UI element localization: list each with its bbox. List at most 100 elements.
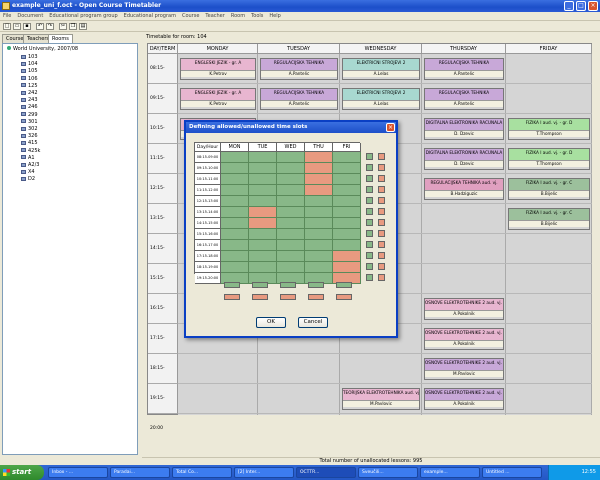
menu-item-5[interactable]: Teacher [202,12,227,20]
row-allow-toggle[interactable] [366,263,373,270]
close-button[interactable]: × [588,1,598,11]
time-slot-cell[interactable] [249,218,277,229]
time-slot-cell[interactable] [333,185,361,196]
column-deny-toggle[interactable] [336,294,352,300]
row-deny-toggle[interactable] [378,153,385,160]
row-allow-toggle[interactable] [366,186,373,193]
tab-rooms[interactable]: Rooms [48,34,73,43]
row-deny-toggle[interactable] [378,252,385,259]
lesson-card[interactable]: ELEKTRICNI STROJEVI 2 A.Lelas [342,58,420,80]
time-slot-cell[interactable] [249,185,277,196]
column-allow-toggle[interactable] [252,282,268,288]
tree-room-item[interactable]: 125 [21,83,38,89]
column-deny-toggle[interactable] [308,294,324,300]
time-slot-cell[interactable] [221,152,249,163]
lesson-card[interactable]: FIZIKA I aud. vj. - gr. D T.Thompson [508,148,590,170]
tree-room-item[interactable]: 302 [21,126,38,132]
menu-item-6[interactable]: Room [228,12,248,20]
minimize-button[interactable]: _ [564,1,574,11]
time-slot-cell[interactable] [305,152,333,163]
lesson-card[interactable]: OSNOVE ELEKTROTEHNIKE 2 aud. vj. - gr. B… [424,388,504,410]
menu-item-3[interactable]: Educational program [121,12,179,20]
row-deny-toggle[interactable] [378,164,385,171]
time-slot-cell[interactable] [305,262,333,273]
window-titlebar[interactable]: example_uni_f.oct - Open Course Timetabl… [0,0,600,12]
column-allow-toggle[interactable] [280,282,296,288]
taskbar-button[interactable]: example... [420,467,480,478]
dialog-close-button[interactable]: × [386,123,395,132]
lesson-card[interactable]: OSNOVE ELEKTROTEHNIKE 2 aud. vj. - gr. A… [424,298,504,320]
time-slot-cell[interactable] [221,229,249,240]
lesson-card[interactable]: REGULACIJSKA TEHNIKA A.Pantelic [424,58,504,80]
time-slot-cell[interactable] [305,251,333,262]
time-slot-cell[interactable] [305,185,333,196]
row-allow-toggle[interactable] [366,175,373,182]
time-slot-cell[interactable] [249,196,277,207]
time-slot-cell[interactable] [277,174,305,185]
column-allow-toggle[interactable] [224,282,240,288]
time-slot-cell[interactable] [221,240,249,251]
row-allow-toggle[interactable] [366,197,373,204]
tree-room-item[interactable]: X4 [21,169,35,175]
tree-room-item[interactable]: 106 [21,76,38,82]
menu-item-7[interactable]: Tools [248,12,266,20]
tree-room-item[interactable]: 243 [21,97,38,103]
time-slot-cell[interactable] [249,240,277,251]
time-slot-cell[interactable] [249,229,277,240]
lesson-card[interactable]: TEORIJSKA ELEKTROTEHNIKA aud. vj. - gr. … [342,388,420,410]
new-icon[interactable]: □ [3,23,11,30]
row-deny-toggle[interactable] [378,197,385,204]
time-slot-cell[interactable] [249,152,277,163]
column-allow-toggle[interactable] [308,282,324,288]
tree-room-item[interactable]: 425k [21,148,40,154]
tree-room-item[interactable]: 105 [21,68,38,74]
taskbar-button[interactable]: Sveučili... [358,467,418,478]
menu-item-8[interactable]: Help [266,12,283,20]
row-allow-toggle[interactable] [366,164,373,171]
lesson-card[interactable]: DIGITALNA ELEKTRONIKA RACUNALA D. Dzevic [424,148,504,170]
time-slot-cell[interactable] [333,196,361,207]
time-slot-cell[interactable] [333,251,361,262]
lesson-card[interactable]: REGULACIJSKA TEHNIKA A.Pantelic [424,88,504,110]
time-slot-cell[interactable] [277,229,305,240]
tree-room-item[interactable]: 326 [21,133,38,139]
time-slot-cell[interactable] [305,174,333,185]
row-allow-toggle[interactable] [366,219,373,226]
lesson-card[interactable]: DIGITALNA ELEKTRONIKA RACUNALA D. Dzevic [424,118,504,140]
time-slot-cell[interactable] [277,251,305,262]
lesson-card[interactable]: FIZIKA I aud. vj. - gr. D T.Thompson [508,118,590,140]
taskbar-button[interactable]: Paradai... [110,467,170,478]
time-slot-cell[interactable] [277,185,305,196]
time-slot-cell[interactable] [249,174,277,185]
lesson-card[interactable]: FIZIKA I aud. vj. - gr. C B.Bijelic [508,208,590,230]
row-allow-toggle[interactable] [366,241,373,248]
time-slot-cell[interactable] [305,163,333,174]
column-deny-toggle[interactable] [224,294,240,300]
time-slot-cell[interactable] [277,207,305,218]
time-slot-cell[interactable] [221,196,249,207]
time-slot-cell[interactable] [221,185,249,196]
time-slot-cell[interactable] [333,207,361,218]
tree-room-item[interactable]: 299 [21,112,38,118]
maximize-button[interactable]: □ [576,1,586,11]
time-slot-cell[interactable] [277,262,305,273]
time-slot-cell[interactable] [333,262,361,273]
lesson-card[interactable]: OSNOVE ELEKTROTEHNIKE 2 aud. vj. - gr. A… [424,328,504,350]
time-slot-cell[interactable] [221,251,249,262]
tree-room-item[interactable]: A1 [21,155,35,161]
row-allow-toggle[interactable] [366,153,373,160]
time-slot-cell[interactable] [305,196,333,207]
lesson-card[interactable]: ELEKTRICNI STROJEVI 2 A.Lelas [342,88,420,110]
time-slot-cell[interactable] [221,207,249,218]
tree-room-item[interactable]: A2/3 [21,162,39,168]
menu-item-1[interactable]: Document [14,12,46,20]
taskbar-button[interactable]: Untitled ... [482,467,542,478]
tree-room-item[interactable]: 104 [21,61,38,67]
tree-room-item[interactable]: 242 [21,90,38,96]
row-deny-toggle[interactable] [378,175,385,182]
lesson-card[interactable]: FIZIKA I aud. vj. - gr. C B.Bijelic [508,178,590,200]
copy-icon[interactable]: ❐ [69,23,77,30]
lesson-card[interactable]: ENGLESKI JEZIK - gr. AK.Petrov [180,58,256,80]
time-slot-cell[interactable] [305,207,333,218]
taskbar-button[interactable]: [2] Inter... [234,467,294,478]
